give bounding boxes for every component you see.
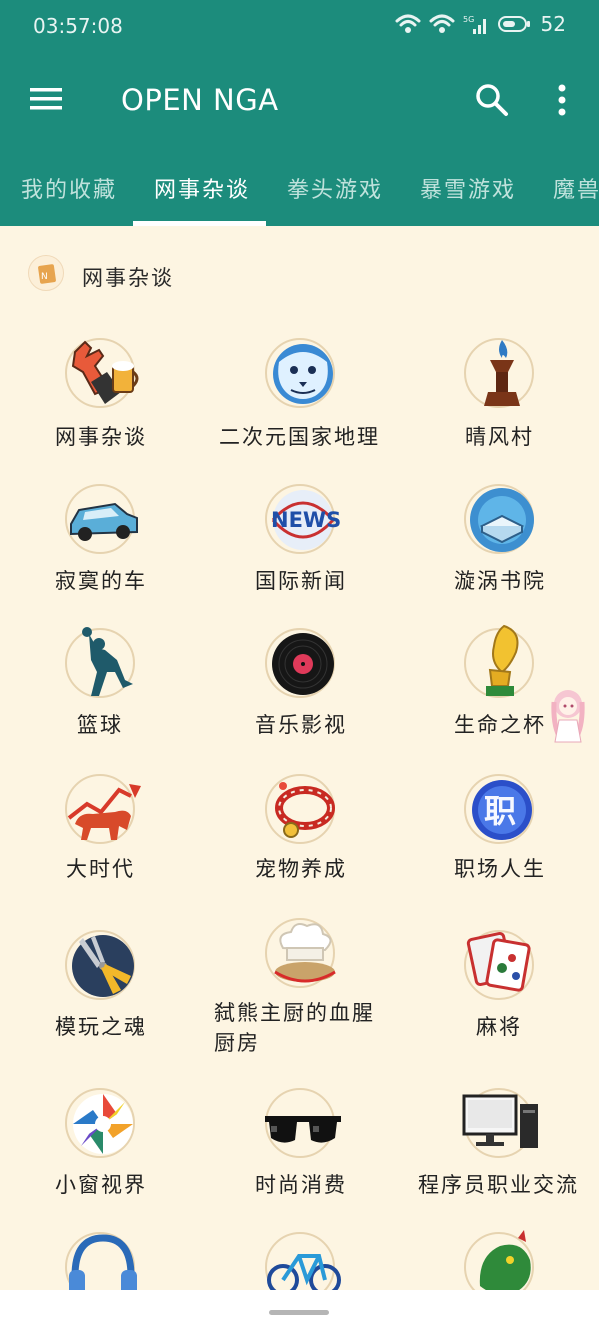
basketball-player-icon[interactable] <box>65 627 135 698</box>
tab-blizzard-games[interactable]: 暴雪游戏 <box>420 172 516 204</box>
board-label[interactable]: 宠物养成 <box>255 854 347 884</box>
more-vert-icon[interactable] <box>552 82 572 118</box>
tab-warcraft[interactable]: 魔兽 <box>553 172 599 204</box>
board-label[interactable]: 漩涡书院 <box>454 566 546 596</box>
board-label[interactable]: 麻将 <box>476 1012 522 1042</box>
app-bar: 03:57:08 5G 52 OPEN NGA 我的收藏 网事杂谈 拳头游戏 暴… <box>0 0 599 226</box>
world-cup-icon[interactable] <box>464 624 534 698</box>
board-label[interactable]: 小窗视界 <box>55 1170 147 1200</box>
book-icon[interactable] <box>464 484 534 554</box>
status-icons: 5G 52 <box>395 12 566 36</box>
career-badge-icon[interactable]: 职 <box>464 774 534 844</box>
status-bar: 03:57:08 5G 52 <box>0 0 599 52</box>
tab-my-favorites[interactable]: 我的收藏 <box>21 172 117 204</box>
snow-leopard-icon[interactable] <box>265 338 335 408</box>
menu-icon[interactable] <box>28 84 64 114</box>
svg-text:职: 职 <box>484 792 516 830</box>
system-nav-bar <box>0 1290 599 1333</box>
search-icon[interactable] <box>474 82 510 118</box>
board-label[interactable]: 时尚消费 <box>255 1170 347 1200</box>
wifi-icon <box>395 14 421 33</box>
sunglasses-icon[interactable] <box>265 1088 341 1158</box>
beer-hand-icon[interactable] <box>65 338 139 408</box>
board-label[interactable]: 模玩之魂 <box>55 1012 147 1042</box>
section-title: 网事杂谈 <box>82 266 174 290</box>
tab-indicator <box>133 221 266 226</box>
camera-aperture-icon[interactable] <box>65 1088 135 1158</box>
chef-hat-icon[interactable] <box>265 918 336 988</box>
car-icon[interactable] <box>65 484 138 554</box>
tab-internet-chat[interactable]: 网事杂谈 <box>154 172 250 204</box>
toolbar: OPEN NGA <box>0 52 599 148</box>
news-globe-icon[interactable]: NEWS <box>265 484 341 554</box>
section-header: N 网事杂谈 <box>0 252 599 298</box>
bull-icon[interactable] <box>65 774 141 844</box>
torch-icon[interactable] <box>464 338 534 408</box>
svg-text:N: N <box>41 272 48 282</box>
pet-collar-icon[interactable] <box>265 774 335 844</box>
board-label[interactable]: 程序员职业交流 <box>418 1170 579 1200</box>
svg-text:NEWS: NEWS <box>271 508 341 532</box>
app-title: OPEN NGA <box>121 83 279 117</box>
section-icon: N <box>28 255 64 291</box>
board-label[interactable]: 二次元国家地理 <box>219 422 380 452</box>
board-label[interactable]: 网事杂谈 <box>55 422 147 452</box>
board-label[interactable]: 晴风村 <box>465 422 534 452</box>
board-label[interactable]: 生命之杯 <box>454 710 546 740</box>
board-label[interactable]: 音乐影视 <box>255 710 347 740</box>
battery-icon <box>497 16 530 32</box>
cellular-signal-icon: 5G <box>463 15 486 34</box>
floating-mascot-icon[interactable] <box>545 686 591 744</box>
mahjong-icon[interactable] <box>464 930 534 1000</box>
tab-riot-games[interactable]: 拳头游戏 <box>287 172 383 204</box>
board-label[interactable]: 弑熊主厨的血腥厨房 <box>214 998 394 1058</box>
board-label[interactable]: 职场人生 <box>454 854 546 884</box>
board-label[interactable]: 大时代 <box>66 854 135 884</box>
computer-icon[interactable] <box>462 1088 538 1158</box>
status-time: 03:57:08 <box>33 14 123 38</box>
battery-level: 52 <box>540 12 566 36</box>
board-label[interactable]: 寂寞的车 <box>55 566 147 596</box>
network-type: 5G <box>463 15 474 24</box>
board-label[interactable]: 国际新闻 <box>255 566 347 596</box>
wifi-icon-2 <box>429 14 455 33</box>
vinyl-record-icon[interactable] <box>265 628 335 698</box>
pliers-icon[interactable] <box>65 930 135 1000</box>
home-gesture-handle[interactable] <box>269 1310 329 1315</box>
board-label[interactable]: 篮球 <box>77 710 123 740</box>
category-tabs: 我的收藏 网事杂谈 拳头游戏 暴雪游戏 魔兽 <box>0 148 599 226</box>
